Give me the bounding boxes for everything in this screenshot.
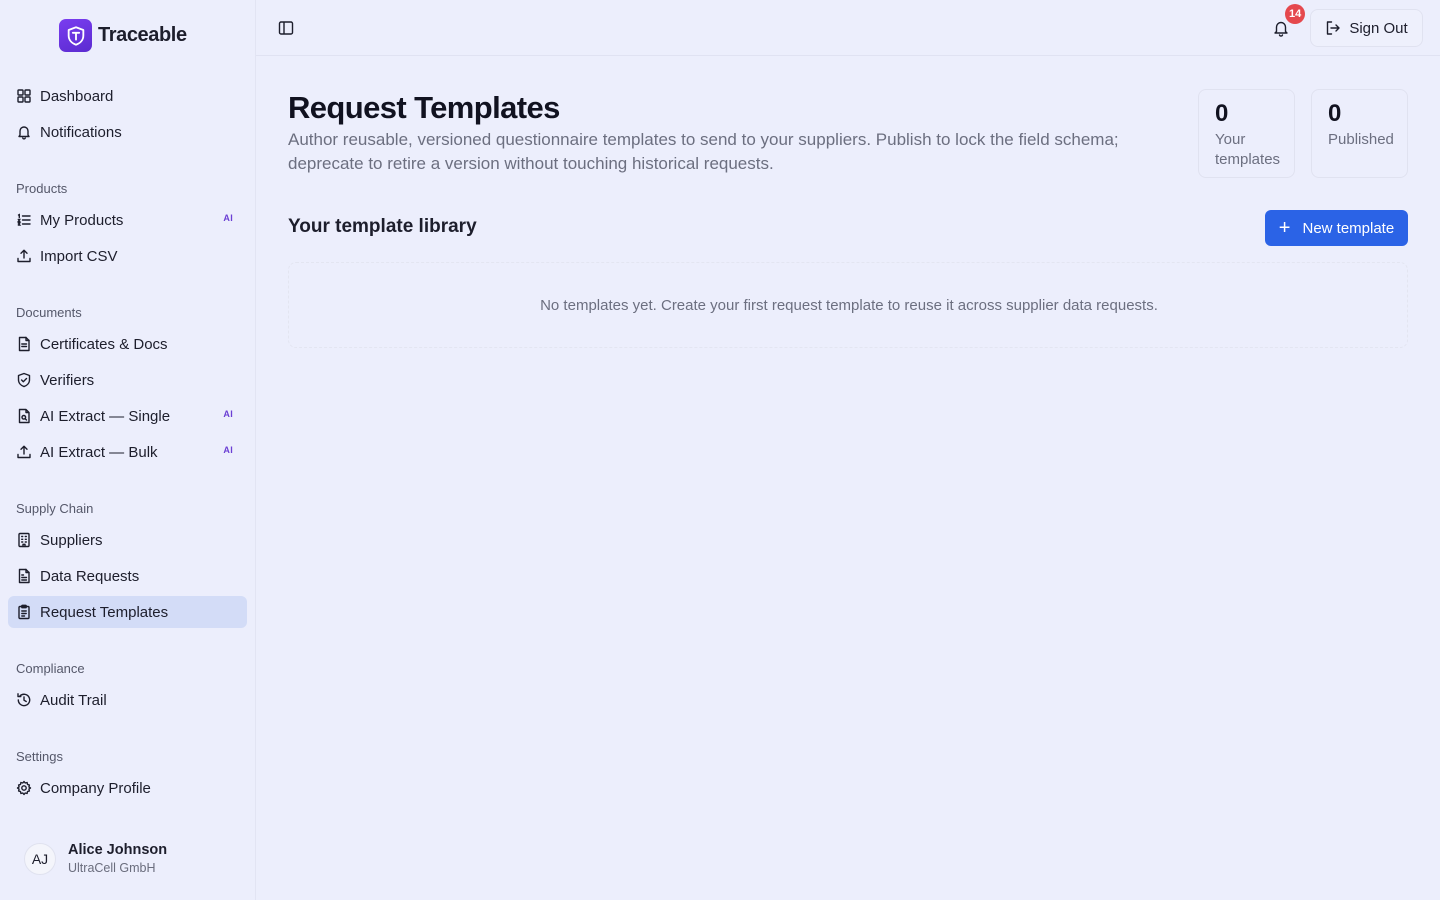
stat-your-templates: 0 Your templates: [1198, 89, 1295, 178]
section-label-supply-chain: Supply Chain: [16, 501, 94, 516]
sidebar-item-label: Audit Trail: [40, 691, 107, 709]
stat-label: Your templates: [1215, 131, 1281, 168]
sidebar-item-company-profile[interactable]: Company Profile: [8, 772, 247, 804]
avatar: AJ: [24, 842, 56, 875]
list-ordered-icon: [16, 212, 32, 228]
traceable-logo-icon: [59, 19, 92, 52]
clipboard-list-icon: [16, 604, 32, 620]
document-icon: [16, 336, 32, 352]
empty-state-message: No templates yet. Create your first requ…: [540, 297, 1158, 314]
sidebar: Traceable Dashboard Notifications Produc…: [0, 0, 256, 900]
section-label-compliance: Compliance: [16, 661, 85, 676]
sidebar-item-audit-trail[interactable]: Audit Trail: [8, 684, 247, 716]
dashboard-grid-icon: [16, 88, 32, 104]
upload-icon: [16, 444, 32, 460]
section-label-documents: Documents: [16, 305, 82, 320]
sidebar-item-suppliers[interactable]: Suppliers: [8, 524, 247, 556]
plus-icon: +: [1278, 217, 1291, 239]
sidebar-item-ai-extract-bulk[interactable]: AI Extract — Bulk AI: [8, 436, 247, 468]
ai-badge: AI: [223, 445, 233, 455]
sign-out-button[interactable]: Sign Out: [1310, 9, 1423, 47]
notification-count-badge: 14: [1285, 4, 1306, 24]
sidebar-item-label: Data Requests: [40, 567, 140, 585]
bell-icon: [16, 124, 32, 140]
upload-icon: [16, 248, 32, 264]
sidebar-item-label: Request Templates: [40, 603, 169, 621]
stat-value: 0: [1215, 100, 1229, 127]
brand-name: Traceable: [98, 24, 187, 46]
sidebar-item-data-requests[interactable]: Data Requests: [8, 560, 247, 592]
shield-check-icon: [16, 372, 32, 388]
sign-out-label: Sign Out: [1349, 19, 1408, 37]
sidebar-item-label: Dashboard: [40, 87, 114, 105]
sidebar-item-ai-extract-single[interactable]: AI Extract — Single AI: [8, 400, 247, 432]
sidebar-item-label: My Products: [40, 211, 124, 229]
library-title: Your template library: [288, 216, 477, 237]
gear-icon: [16, 780, 32, 796]
sidebar-item-verifiers[interactable]: Verifiers: [8, 364, 247, 396]
brand[interactable]: Traceable: [59, 19, 187, 52]
sign-out-icon: [1327, 21, 1341, 35]
sidebar-item-label: Verifiers: [40, 371, 95, 389]
page-description: Author reusable, versioned questionnaire…: [288, 130, 1119, 173]
user-profile[interactable]: AJ Alice Johnson UltraCell GmbH: [24, 842, 167, 875]
sidebar-item-label: AI Extract — Single: [40, 407, 171, 425]
document-scan-icon: [16, 408, 32, 424]
ai-badge: AI: [223, 409, 233, 419]
sidebar-item-label: Certificates & Docs: [40, 335, 168, 353]
topbar: 14 Sign Out: [256, 0, 1440, 56]
new-template-label: New template: [1302, 219, 1395, 237]
sidebar-item-label: Notifications: [40, 123, 122, 141]
new-template-button[interactable]: + New template: [1265, 210, 1408, 246]
stat-value: 0: [1328, 100, 1342, 127]
sidebar-item-request-templates[interactable]: Request Templates: [8, 596, 247, 628]
sidebar-item-notifications[interactable]: Notifications: [8, 116, 247, 148]
page-title: Request Templates: [288, 90, 560, 125]
sidebar-item-label: Import CSV: [40, 247, 118, 265]
section-label-settings: Settings: [16, 749, 63, 764]
sidebar-item-my-products[interactable]: My Products AI: [8, 204, 247, 236]
stat-published: 0 Published: [1311, 89, 1408, 178]
sidebar-item-label: AI Extract — Bulk: [40, 443, 158, 461]
sidebar-item-dashboard[interactable]: Dashboard: [8, 80, 247, 112]
sidebar-item-label: Company Profile: [40, 779, 151, 797]
sidebar-toggle-icon[interactable]: [277, 19, 295, 37]
user-name: Alice Johnson: [68, 842, 168, 858]
empty-state: No templates yet. Create your first requ…: [288, 262, 1408, 348]
user-company: UltraCell GmbH: [68, 861, 156, 875]
app-root: Traceable Dashboard Notifications Produc…: [0, 0, 1440, 900]
building-icon: [16, 532, 32, 548]
section-label-products: Products: [16, 181, 68, 196]
history-icon: [16, 692, 32, 708]
ai-badge: AI: [223, 213, 233, 223]
sidebar-item-import-csv[interactable]: Import CSV: [8, 240, 247, 272]
sidebar-item-label: Suppliers: [40, 531, 103, 549]
stat-label: Published: [1328, 131, 1394, 148]
document-text-icon: [16, 568, 32, 584]
sidebar-item-certificates[interactable]: Certificates & Docs: [8, 328, 247, 360]
